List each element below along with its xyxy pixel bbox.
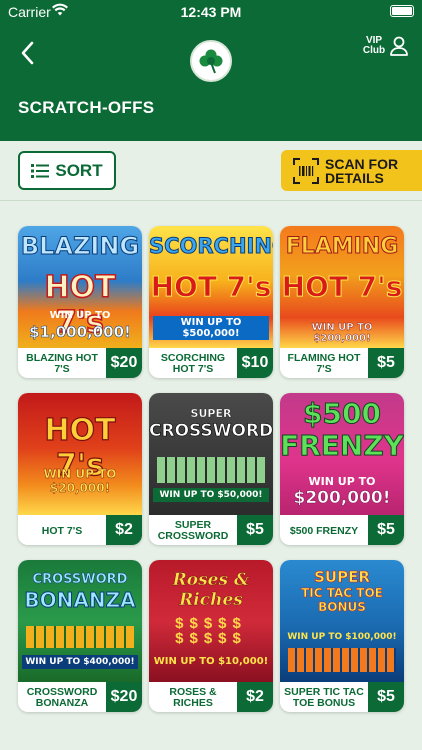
scan-for-details-button[interactable]: SCAN FOR DETAILS — [281, 150, 422, 191]
art-prize-amount: $1,000,000! — [29, 323, 131, 342]
dollar-symbols: $$$$$ $$$$$ — [175, 615, 247, 647]
game-price: $10 — [237, 348, 273, 378]
game-name: SCORCHING HOT 7'S — [160, 352, 226, 375]
game-card[interactable]: $500 FRENZY WIN UP TO $200,000! $500 FRE… — [280, 393, 404, 545]
scan-label: SCAN FOR DETAILS — [325, 155, 399, 186]
game-card[interactable]: FLAMING HOT 7's WIN UP TO $200,000! FLAM… — [280, 226, 404, 378]
game-card[interactable]: SCORCHING HOT 7's WIN UP TO $500,000! SC… — [149, 226, 273, 378]
divider — [0, 200, 422, 201]
letter-grid — [157, 457, 265, 483]
game-price: $2 — [237, 682, 273, 712]
game-price: $5 — [368, 515, 404, 545]
art-prize: WIN UP TO $50,000! — [153, 488, 269, 502]
art-prize: WIN UP TO — [49, 310, 111, 321]
art-subtitle: TIC TAC TOE BONUS — [301, 586, 383, 615]
battery-icon — [390, 5, 414, 17]
game-card[interactable]: Roses & Riches $$$$$ $$$$$ WIN UP TO $10,… — [149, 560, 273, 712]
art-prize: WIN UP TO $200,000! — [311, 322, 373, 344]
game-price: $5 — [368, 348, 404, 378]
sort-button[interactable]: SORT — [18, 151, 116, 190]
game-card[interactable]: HOT 7's WIN UP TO $20,000! HOT 7'S $2 — [18, 393, 142, 545]
art-title: SUPER — [314, 568, 370, 587]
art-subtitle: CROSSWORD — [149, 421, 273, 442]
art-title: Roses & Riches — [172, 570, 250, 610]
game-card[interactable]: CROSSWORD BONANZA WIN UP TO $400,000! CR… — [18, 560, 142, 712]
art-prize: WIN UP TO $100,000! — [287, 632, 397, 642]
vip-club-label: VIP Club — [362, 35, 386, 56]
game-price: $5 — [237, 515, 273, 545]
page-title: SCRATCH-OFFS — [18, 98, 155, 117]
art-prize: WIN UP TO $400,000! — [22, 655, 138, 669]
sort-label: SORT — [55, 160, 103, 180]
game-card[interactable]: SUPER CROSSWORD WIN UP TO $50,000! SUPER… — [149, 393, 273, 545]
ticket-art: CROSSWORD BONANZA WIN UP TO $400,000! — [18, 560, 142, 682]
art-prize-amount: $200,000! — [293, 488, 391, 509]
game-name: ROSES & RICHES — [169, 686, 217, 709]
game-name: $500 FRENZY — [289, 524, 359, 537]
vip-club-button[interactable]: VIP Club — [361, 36, 408, 56]
status-bar: Carrier 12:43 PM — [0, 0, 422, 24]
art-prize: WIN UP TO — [308, 475, 376, 488]
game-card[interactable]: SUPER TIC TAC TOE BONUS WIN UP TO $100,0… — [280, 560, 404, 712]
clock: 12:43 PM — [180, 4, 242, 20]
symbol-grid — [288, 648, 396, 672]
game-name: BLAZING HOT 7'S — [26, 352, 98, 375]
art-title: SCORCHING — [149, 234, 273, 259]
game-name: CROSSWORD BONANZA — [26, 686, 98, 709]
ticket-art: SUPER CROSSWORD WIN UP TO $50,000! — [149, 393, 273, 515]
shamrock-logo — [190, 40, 232, 82]
list-icon — [31, 163, 50, 178]
art-title: CROSSWORD — [32, 572, 128, 588]
art-prize: WIN UP TO $500,000! — [153, 316, 269, 340]
art-title: SUPER — [190, 407, 232, 420]
user-icon — [390, 36, 408, 56]
art-title: BLAZING — [20, 232, 140, 261]
back-button[interactable] — [14, 38, 40, 68]
ticket-art: HOT 7's WIN UP TO $20,000! — [18, 393, 142, 515]
ticket-art: Roses & Riches $$$$$ $$$$$ WIN UP TO $10,… — [149, 560, 273, 682]
art-title: $500 — [303, 397, 382, 431]
ticket-art: $500 FRENZY WIN UP TO $200,000! — [280, 393, 404, 515]
app-header: VIP Club SCRATCH-OFFS — [0, 24, 422, 141]
game-price: $2 — [106, 515, 142, 545]
art-prize: WIN UP TO $20,000! — [43, 467, 117, 495]
art-subtitle: FRENZY — [280, 429, 404, 463]
art-subtitle: HOT 7's — [150, 270, 272, 304]
art-subtitle: BONANZA — [24, 588, 136, 613]
barcode-scan-icon — [293, 157, 319, 184]
game-price: $20 — [106, 682, 142, 712]
game-card[interactable]: BLAZING HOT 7's WIN UP TO $1,000,000! BL… — [18, 226, 142, 378]
chevron-left-icon — [21, 41, 34, 65]
game-name: SUPER TIC TAC TOE BONUS — [284, 686, 364, 709]
game-name: SUPER CROSSWORD — [157, 519, 229, 542]
game-name: HOT 7'S — [41, 524, 83, 537]
game-price: $20 — [106, 348, 142, 378]
art-prize: WIN UP TO $10,000! — [153, 656, 269, 667]
letter-grid — [26, 626, 134, 648]
game-name: FLAMING HOT 7'S — [287, 352, 361, 375]
ticket-art: BLAZING HOT 7's WIN UP TO $1,000,000! — [18, 226, 142, 348]
game-price: $5 — [368, 682, 404, 712]
ticket-art: FLAMING HOT 7's WIN UP TO $200,000! — [280, 226, 404, 348]
art-subtitle: HOT 7's — [281, 270, 403, 304]
ticket-art: SUPER TIC TAC TOE BONUS WIN UP TO $100,0… — [280, 560, 404, 682]
ticket-art: SCORCHING HOT 7's WIN UP TO $500,000! — [149, 226, 273, 348]
art-title: FLAMING — [285, 234, 399, 260]
